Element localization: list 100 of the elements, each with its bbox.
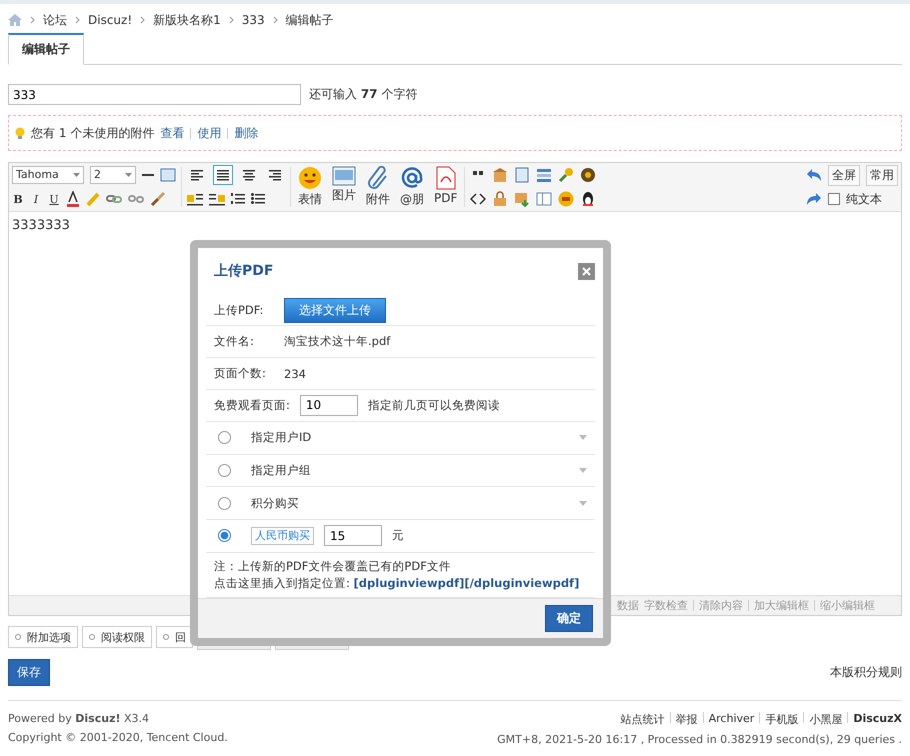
- free-pages-hint: 指定前几页可以免费阅读: [368, 398, 500, 413]
- option-label[interactable]: 指定用户ID: [251, 430, 312, 446]
- upload-label: 上传PDF:: [214, 302, 264, 318]
- toolbar-button[interactable]: 全屏: [828, 164, 860, 186]
- tab[interactable]: 编辑帖子: [8, 33, 84, 65]
- float-left-icon[interactable]: [187, 192, 203, 206]
- toolbar-button[interactable]: 常用: [866, 164, 898, 186]
- close-button[interactable]: [578, 262, 595, 280]
- filename-label: 文件名:: [214, 334, 255, 350]
- option-tab[interactable]: 附加选项: [8, 626, 78, 648]
- close-icon: [582, 266, 591, 276]
- document-icon[interactable]: [514, 167, 530, 183]
- breadcrumb-link[interactable]: 新版块名称1: [153, 12, 221, 28]
- choose-file-button[interactable]: 选择文件上传: [284, 298, 386, 323]
- free-pages-label: 免费观看页面:: [214, 398, 290, 413]
- undo-icon[interactable]: [806, 168, 822, 182]
- editor-content: 3333333: [12, 218, 70, 233]
- chevron-icon: [75, 16, 80, 24]
- radio-button[interactable]: [218, 464, 231, 477]
- confirm-button[interactable]: 确定: [545, 604, 593, 632]
- notice-link[interactable]: 使用: [197, 124, 222, 142]
- toolbar-button[interactable]: 附件: [364, 166, 392, 208]
- note-text: 注：上传新的PDF文件会覆盖已有的PDF文件: [214, 558, 452, 574]
- save-button[interactable]: 保存: [8, 659, 50, 686]
- option-label[interactable]: 人民币购买: [251, 526, 314, 545]
- currency-unit: 元: [392, 528, 404, 544]
- toolbar-button[interactable]: 图片: [330, 166, 358, 208]
- dialog-title: 上传PDF: [214, 262, 274, 280]
- notice-link[interactable]: 删除: [234, 124, 258, 142]
- radio-button[interactable]: [218, 496, 231, 510]
- toolbar-button[interactable]: 表情: [296, 166, 324, 208]
- media-icon[interactable]: [580, 167, 596, 183]
- key-icon[interactable]: [558, 167, 574, 183]
- notice-text: 您有 1 个未使用的附件: [31, 124, 154, 142]
- char-count-hint: 还可输入 77 个字符: [309, 86, 418, 103]
- pdf-file-icon: [436, 166, 456, 190]
- toolbar-button[interactable]: @朋: [398, 166, 426, 208]
- columns-icon[interactable]: [536, 191, 552, 207]
- list-icon[interactable]: [536, 167, 552, 183]
- bg-badge-icon[interactable]: [558, 191, 574, 207]
- footer-link[interactable]: 站点统计: [620, 712, 665, 727]
- free-pages-field[interactable]: 10: [300, 394, 358, 416]
- page-count-value: 234: [284, 366, 306, 381]
- bullet-list-icon[interactable]: [251, 192, 265, 206]
- align-icon: [269, 170, 281, 180]
- page-count-label: 页面个数:: [214, 366, 267, 382]
- bold-button[interactable]: B: [12, 192, 24, 206]
- smiley-icon: [298, 166, 322, 190]
- radio-button[interactable]: [218, 431, 231, 444]
- option-label[interactable]: 积分购买: [251, 496, 299, 511]
- insert-text: 点击这里插入到指定位置: [dpluginviewpdf][/dpluginviewpdf]: [214, 576, 580, 591]
- notice-link[interactable]: 查看: [160, 124, 184, 142]
- align-button[interactable]: [213, 165, 233, 185]
- breadcrumb-link[interactable]: 论坛: [43, 12, 67, 28]
- copyright-text: Copyright © 2001-2020, Tencent Cloud.: [8, 731, 228, 744]
- float-right-icon[interactable]: [209, 192, 225, 206]
- brush-icon[interactable]: [150, 191, 166, 207]
- caret-icon: [73, 173, 80, 177]
- table-icon[interactable]: [160, 167, 176, 183]
- price-field[interactable]: 15: [324, 525, 382, 546]
- underline-button[interactable]: U: [48, 192, 60, 206]
- lightbulb-icon: [15, 126, 25, 140]
- picture-icon: [332, 166, 356, 186]
- plain-text-label: 纯文本: [846, 190, 882, 208]
- footer-link[interactable]: 举报: [676, 712, 698, 727]
- align-icon: [243, 170, 255, 180]
- insert-code-link[interactable]: [dpluginviewpdf][/dpluginviewpdf]: [354, 576, 580, 590]
- option-label[interactable]: 指定用户组: [251, 462, 311, 478]
- paperclip-icon: [367, 166, 389, 190]
- footer-link[interactable]: 小黑屋: [809, 712, 842, 727]
- radio-button[interactable]: [218, 529, 231, 542]
- at-sign-icon: [400, 166, 424, 190]
- option-tab[interactable]: 回: [156, 626, 193, 648]
- size-select[interactable]: 2: [90, 166, 136, 184]
- toolbar-button[interactable]: PDF: [432, 166, 460, 208]
- chevron-icon: [272, 16, 278, 24]
- option-tab[interactable]: 阅读权限: [82, 626, 152, 648]
- breadcrumb-link[interactable]: Discuz!: [88, 13, 132, 27]
- align-icon: [217, 170, 229, 180]
- font-color-icon[interactable]: [66, 191, 80, 207]
- building-icon[interactable]: [492, 167, 508, 183]
- caret-icon: [125, 173, 132, 177]
- font-select[interactable]: Tahoma: [12, 166, 84, 184]
- subject-field[interactable]: 333: [8, 84, 301, 105]
- numbered-list-icon[interactable]: [231, 192, 245, 206]
- breadcrumb-link[interactable]: 333: [242, 13, 265, 27]
- plain-text-checkbox[interactable]: [828, 193, 840, 205]
- lock-icon[interactable]: [492, 191, 508, 207]
- chevron-icon: [30, 16, 35, 24]
- redo-icon[interactable]: [806, 192, 822, 206]
- italic-button[interactable]: I: [30, 192, 42, 206]
- footer-link[interactable]: 手机版: [765, 712, 798, 727]
- footer-link[interactable]: Archiver: [708, 712, 754, 727]
- chevron-icon: [228, 16, 234, 24]
- processing-stats: GMT+8, 2021-5-20 16:17 , Processed in 0.382919 second(s), 29 queries .: [497, 733, 902, 746]
- footer-link[interactable]: DiscuzX: [853, 712, 902, 727]
- download-image-icon[interactable]: [514, 191, 530, 207]
- rules-link[interactable]: 本版积分规则: [830, 664, 902, 681]
- code-icon[interactable]: [470, 191, 486, 207]
- powered-by-text: Powered by Discuz! X3.4: [8, 712, 150, 725]
